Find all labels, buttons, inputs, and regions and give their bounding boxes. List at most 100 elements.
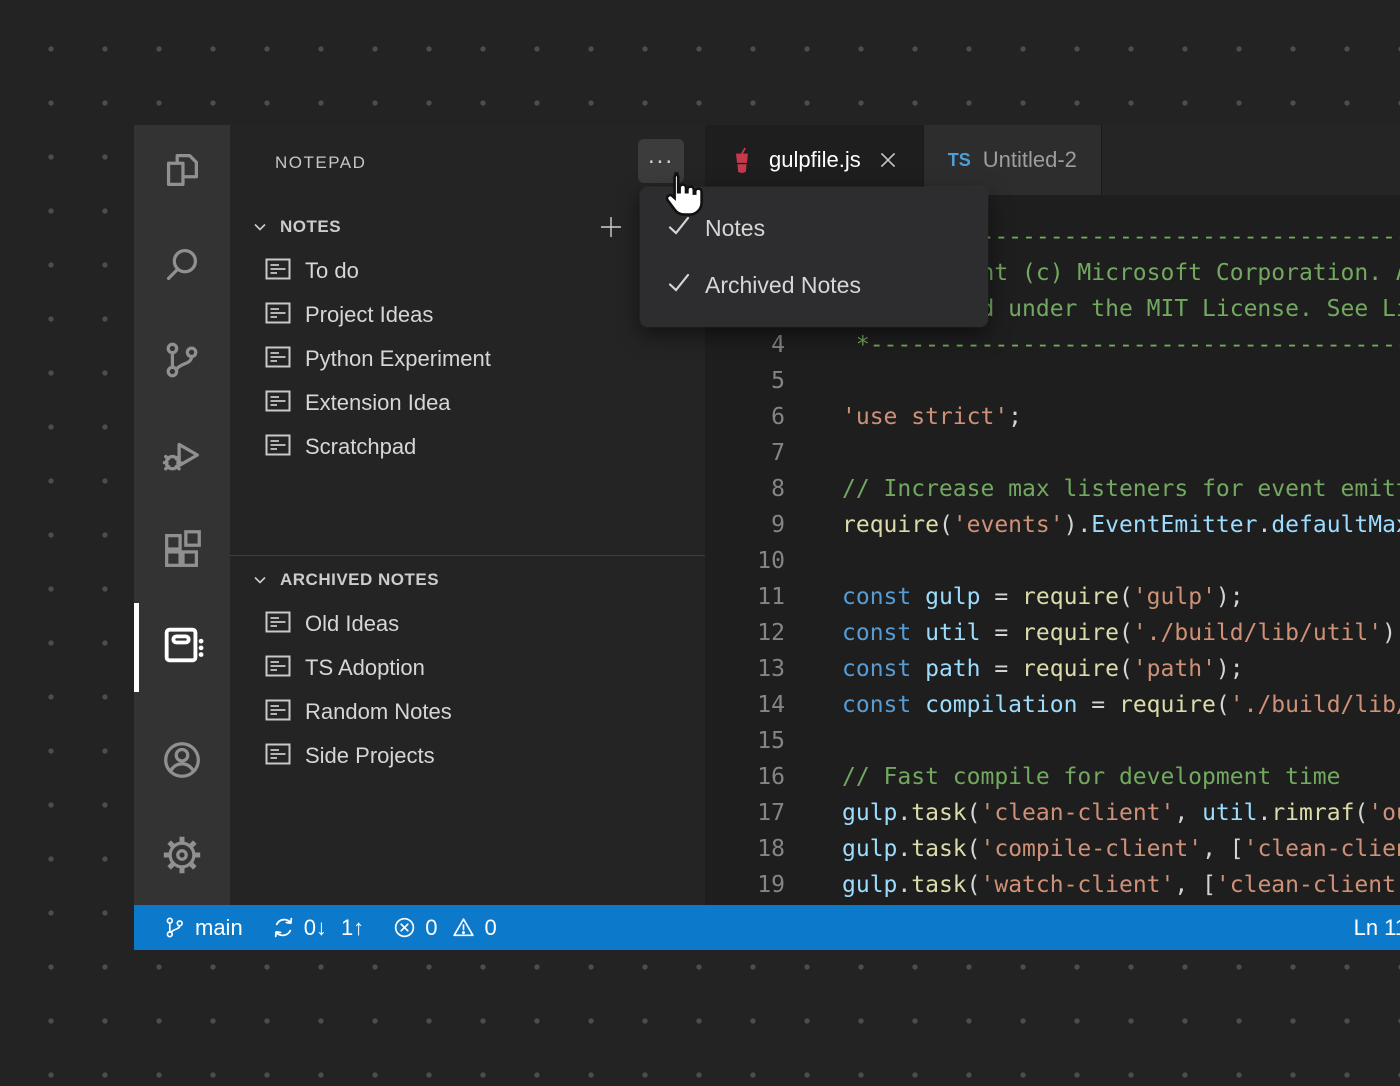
token-plain: (	[1119, 620, 1133, 646]
activity-bar-spacer	[134, 695, 230, 715]
code-line: 4 *-------------------------------------…	[705, 327, 1400, 363]
activity-item-notepad[interactable]	[134, 600, 230, 695]
note-list-item[interactable]: Python Experiment	[230, 337, 705, 381]
code-line: 16// Fast compile for development time	[705, 759, 1400, 795]
git-branch-icon	[162, 915, 187, 940]
token-keyword: const	[842, 656, 925, 682]
code-line: 8// Increase max listeners for event emi…	[705, 471, 1400, 507]
activity-item-account[interactable]	[134, 715, 230, 810]
line-source: gulp.task('watch-client', ['clean-client…	[842, 872, 1400, 898]
token-function: require	[1022, 584, 1119, 610]
code-line: 5	[705, 363, 1400, 399]
token-variable: gulp	[842, 800, 897, 826]
token-plain: ).	[1064, 512, 1092, 538]
token-plain: (	[967, 800, 981, 826]
line-source: gulp.task('compile-client', ['clean-clie…	[842, 836, 1400, 862]
token-keyword: const	[842, 584, 925, 610]
activity-item-run-debug[interactable]	[134, 410, 230, 505]
note-title: Random Notes	[305, 699, 452, 725]
token-plain: (	[1216, 692, 1230, 718]
note-list-item[interactable]: Random Notes	[230, 690, 705, 734]
sidebar-section-0: NOTESTo do Project Ideas Python Experiment…	[230, 205, 705, 469]
problems-status-item[interactable]: 0 0	[392, 915, 511, 941]
line-source: const path = require('path');	[842, 656, 1244, 682]
line-source: *---------------------------------------…	[842, 332, 1400, 358]
line-number: 4	[705, 332, 785, 358]
view-options-context-menu: Notes Archived Notes	[640, 187, 988, 327]
warning-count: 0	[484, 915, 496, 941]
activity-bar-bottom-group	[134, 715, 230, 905]
section-label: ARCHIVED NOTES	[280, 570, 439, 590]
section-header-archived-notes[interactable]: ARCHIVED NOTES	[230, 558, 705, 602]
activity-item-explorer[interactable]	[134, 125, 230, 220]
note-list-item[interactable]: Extension Idea	[230, 381, 705, 425]
activity-item-search[interactable]	[134, 220, 230, 315]
line-source: require('events').EventEmitter.defaultMa…	[842, 512, 1400, 538]
token-plain: .	[897, 872, 911, 898]
code-line: 12const util = require('./build/lib/util…	[705, 615, 1400, 651]
branch-status-item[interactable]: main	[162, 915, 243, 941]
cursor-position-status[interactable]: Ln 11	[1354, 915, 1400, 941]
line-source: gulp.task('clean-client', util.rimraf('o…	[842, 800, 1400, 826]
token-comment: *---------------------------------------…	[842, 332, 1400, 358]
gear-icon	[159, 832, 205, 883]
token-function: require	[1022, 620, 1119, 646]
token-string: 'compile-client'	[981, 836, 1203, 862]
note-list-item[interactable]: Project Ideas	[230, 293, 705, 337]
token-string: 'events'	[953, 512, 1064, 538]
tab-untitled-2[interactable]: TSUntitled-2	[924, 125, 1102, 195]
line-source: const compilation = require('./build/lib…	[842, 692, 1400, 718]
note-icon	[230, 390, 291, 417]
close-icon[interactable]	[877, 149, 899, 171]
activity-item-settings[interactable]	[134, 810, 230, 905]
note-list-item[interactable]: TS Adoption	[230, 646, 705, 690]
token-function: task	[911, 836, 966, 862]
note-list-item[interactable]: Old Ideas	[230, 602, 705, 646]
section-header-notes[interactable]: NOTES	[230, 205, 705, 249]
token-plain: (	[967, 872, 981, 898]
token-string: 'path'	[1133, 656, 1216, 682]
token-plain: );	[1216, 656, 1244, 682]
activity-item-source-control[interactable]	[134, 315, 230, 410]
line-number: 19	[705, 872, 785, 898]
token-variable: gulp	[842, 872, 897, 898]
note-list-item[interactable]: Scratchpad	[230, 425, 705, 469]
error-count: 0	[425, 915, 437, 941]
note-icon	[230, 302, 291, 329]
token-plain: .	[897, 836, 911, 862]
tab-bar: gulpfile.jsTSUntitled-2	[705, 125, 1400, 195]
debug-icon	[159, 432, 205, 483]
more-actions-button[interactable]: ...	[638, 139, 684, 183]
code-line: 17gulp.task('clean-client', util.rimraf(…	[705, 795, 1400, 831]
token-string: './build/lib/util'	[1133, 620, 1382, 646]
note-title: Project Ideas	[305, 302, 433, 328]
code-line: 18gulp.task('compile-client', ['clean-cl…	[705, 831, 1400, 867]
sync-icon	[271, 915, 296, 940]
sync-status-item[interactable]: 0↓ 1↑	[271, 915, 365, 941]
chevron-down-icon	[252, 219, 268, 235]
token-function: task	[911, 800, 966, 826]
add-note-button[interactable]	[598, 214, 624, 240]
code-line: 15	[705, 723, 1400, 759]
code-line: 10	[705, 543, 1400, 579]
note-list-item[interactable]: Side Projects	[230, 734, 705, 778]
warning-icon	[451, 915, 476, 940]
token-string: 'clean-client'	[1244, 836, 1400, 862]
line-source: 'use strict';	[842, 404, 1022, 430]
code-line: 6'use strict';	[705, 399, 1400, 435]
ellipsis-icon: ...	[648, 142, 674, 170]
line-source: // Fast compile for development time	[842, 764, 1341, 790]
token-variable: util	[925, 620, 980, 646]
note-list-item[interactable]: To do	[230, 249, 705, 293]
menu-item-label: Notes	[705, 215, 765, 242]
activity-item-extensions[interactable]	[134, 505, 230, 600]
menu-item-archived-notes[interactable]: Archived Notes	[640, 257, 988, 314]
tab-gulpfile-js[interactable]: gulpfile.js	[705, 125, 924, 195]
code-line: 9require('events').EventEmitter.defaultM…	[705, 507, 1400, 543]
menu-item-notes[interactable]: Notes	[640, 200, 988, 257]
token-plain: (	[967, 836, 981, 862]
code-line: 13const path = require('path');	[705, 651, 1400, 687]
check-icon	[640, 270, 692, 301]
token-function: require	[842, 512, 939, 538]
token-comment: // Fast compile for development time	[842, 764, 1341, 790]
